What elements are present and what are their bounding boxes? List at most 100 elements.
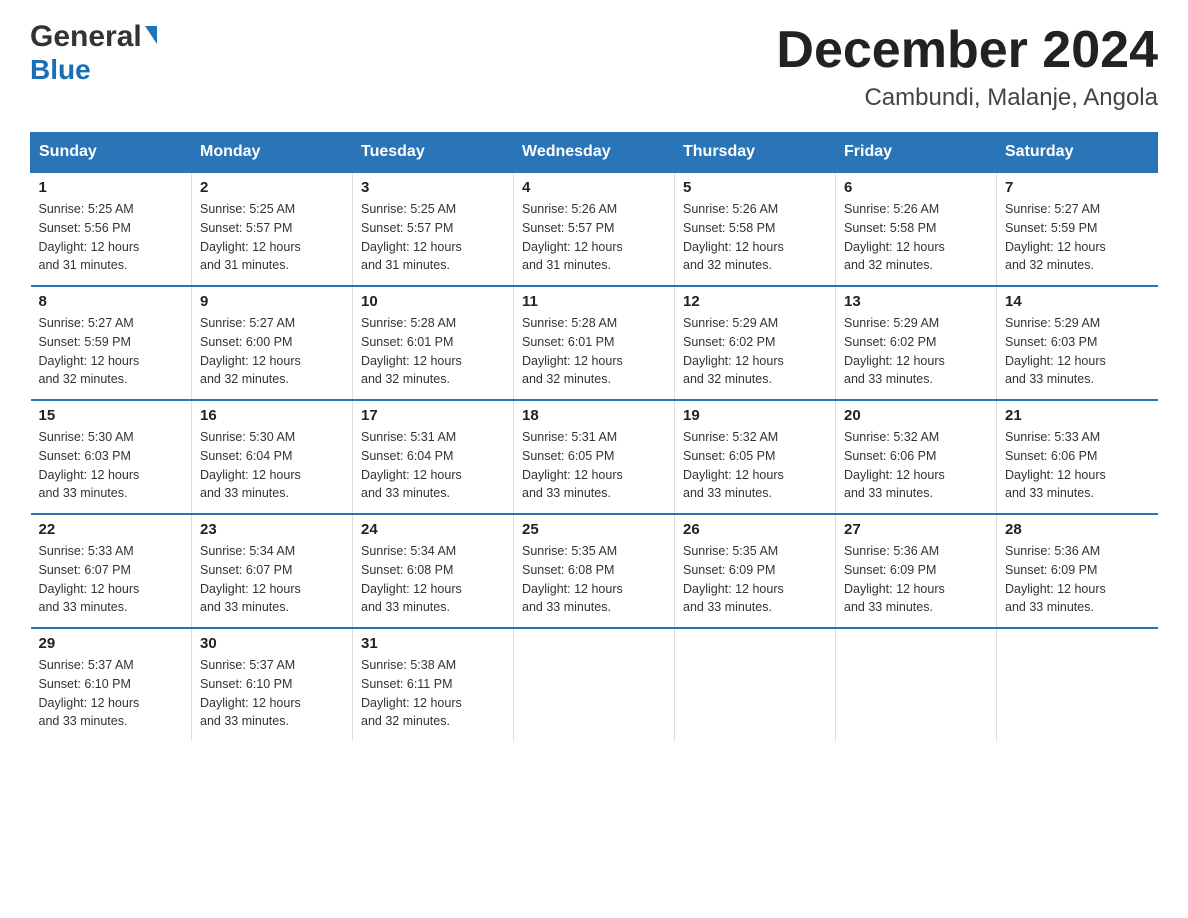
calendar-cell: 21Sunrise: 5:33 AMSunset: 6:06 PMDayligh…: [997, 400, 1158, 514]
day-info: Sunrise: 5:30 AMSunset: 6:04 PMDaylight:…: [200, 428, 344, 503]
day-info: Sunrise: 5:29 AMSunset: 6:02 PMDaylight:…: [844, 314, 988, 389]
day-info: Sunrise: 5:29 AMSunset: 6:03 PMDaylight:…: [1005, 314, 1150, 389]
day-info: Sunrise: 5:38 AMSunset: 6:11 PMDaylight:…: [361, 656, 505, 731]
day-info: Sunrise: 5:26 AMSunset: 5:58 PMDaylight:…: [683, 200, 827, 275]
day-number: 26: [683, 521, 827, 538]
calendar-cell: 27 Sunrise: 5:36 AMSunset: 6:09 PMDayligh…: [836, 514, 997, 628]
title-block: December 2024 Cambundi, Malanje, Angola: [776, 20, 1158, 112]
header-day-friday: Friday: [836, 133, 997, 173]
day-number: 28: [1005, 521, 1150, 538]
calendar-cell: 15Sunrise: 5:30 AMSunset: 6:03 PMDayligh…: [31, 400, 192, 514]
header-day-tuesday: Tuesday: [353, 133, 514, 173]
calendar-cell: 7 Sunrise: 5:27 AMSunset: 5:59 PMDaylight…: [997, 172, 1158, 286]
calendar-cell: 8Sunrise: 5:27 AMSunset: 5:59 PMDaylight…: [31, 286, 192, 400]
day-info: Sunrise: 5:25 AMSunset: 5:57 PMDaylight:…: [361, 200, 505, 275]
header-day-sunday: Sunday: [31, 133, 192, 173]
day-info: Sunrise: 5:37 AMSunset: 6:10 PMDaylight:…: [39, 656, 184, 731]
day-number: 20: [844, 407, 988, 424]
day-number: 11: [522, 293, 666, 310]
day-number: 29: [39, 635, 184, 652]
day-info: Sunrise: 5:26 AMSunset: 5:58 PMDaylight:…: [844, 200, 988, 275]
day-info: Sunrise: 5:27 AMSunset: 6:00 PMDaylight:…: [200, 314, 344, 389]
calendar-cell: 1 Sunrise: 5:25 AMSunset: 5:56 PMDaylight…: [31, 172, 192, 286]
day-number: 12: [683, 293, 827, 310]
day-number: 16: [200, 407, 344, 424]
calendar-cell: 23 Sunrise: 5:34 AMSunset: 6:07 PMDayligh…: [192, 514, 353, 628]
calendar-week-3: 15Sunrise: 5:30 AMSunset: 6:03 PMDayligh…: [31, 400, 1158, 514]
day-info: Sunrise: 5:32 AMSunset: 6:05 PMDaylight:…: [683, 428, 827, 503]
calendar-cell: 3 Sunrise: 5:25 AMSunset: 5:57 PMDaylight…: [353, 172, 514, 286]
header-day-saturday: Saturday: [997, 133, 1158, 173]
calendar-cell: [836, 628, 997, 741]
day-info: Sunrise: 5:37 AMSunset: 6:10 PMDaylight:…: [200, 656, 344, 731]
header-day-thursday: Thursday: [675, 133, 836, 173]
calendar-cell: 5 Sunrise: 5:26 AMSunset: 5:58 PMDaylight…: [675, 172, 836, 286]
day-info: Sunrise: 5:34 AMSunset: 6:07 PMDaylight:…: [200, 542, 344, 617]
calendar-cell: 11 Sunrise: 5:28 AMSunset: 6:01 PMDayligh…: [514, 286, 675, 400]
day-number: 21: [1005, 407, 1150, 424]
day-info: Sunrise: 5:36 AMSunset: 6:09 PMDaylight:…: [844, 542, 988, 617]
header-day-monday: Monday: [192, 133, 353, 173]
calendar-title: December 2024: [776, 20, 1158, 80]
day-number: 10: [361, 293, 505, 310]
day-info: Sunrise: 5:34 AMSunset: 6:08 PMDaylight:…: [361, 542, 505, 617]
header-day-wednesday: Wednesday: [514, 133, 675, 173]
day-number: 27: [844, 521, 988, 538]
day-number: 14: [1005, 293, 1150, 310]
day-number: 1: [39, 179, 184, 196]
calendar-cell: 29 Sunrise: 5:37 AMSunset: 6:10 PMDayligh…: [31, 628, 192, 741]
day-info: Sunrise: 5:33 AMSunset: 6:07 PMDaylight:…: [39, 542, 184, 617]
day-number: 23: [200, 521, 344, 538]
calendar-cell: 14 Sunrise: 5:29 AMSunset: 6:03 PMDayligh…: [997, 286, 1158, 400]
day-info: Sunrise: 5:28 AMSunset: 6:01 PMDaylight:…: [522, 314, 666, 389]
day-number: 7: [1005, 179, 1150, 196]
day-number: 18: [522, 407, 666, 424]
calendar-header-row: SundayMondayTuesdayWednesdayThursdayFrid…: [31, 133, 1158, 173]
calendar-cell: [514, 628, 675, 741]
logo-blue-text: Blue: [30, 56, 91, 84]
day-info: Sunrise: 5:28 AMSunset: 6:01 PMDaylight:…: [361, 314, 505, 389]
calendar-cell: 2Sunrise: 5:25 AMSunset: 5:57 PMDaylight…: [192, 172, 353, 286]
calendar-cell: 4Sunrise: 5:26 AMSunset: 5:57 PMDaylight…: [514, 172, 675, 286]
day-number: 6: [844, 179, 988, 196]
day-number: 17: [361, 407, 505, 424]
calendar-week-1: 1 Sunrise: 5:25 AMSunset: 5:56 PMDaylight…: [31, 172, 1158, 286]
calendar-cell: [675, 628, 836, 741]
calendar-cell: 24 Sunrise: 5:34 AMSunset: 6:08 PMDayligh…: [353, 514, 514, 628]
calendar-subtitle: Cambundi, Malanje, Angola: [776, 84, 1158, 112]
calendar-cell: 30 Sunrise: 5:37 AMSunset: 6:10 PMDayligh…: [192, 628, 353, 741]
calendar-cell: 28 Sunrise: 5:36 AMSunset: 6:09 PMDayligh…: [997, 514, 1158, 628]
logo: General Blue: [30, 20, 157, 84]
calendar-cell: 12 Sunrise: 5:29 AMSunset: 6:02 PMDayligh…: [675, 286, 836, 400]
calendar-cell: 25Sunrise: 5:35 AMSunset: 6:08 PMDayligh…: [514, 514, 675, 628]
day-number: 24: [361, 521, 505, 538]
day-info: Sunrise: 5:30 AMSunset: 6:03 PMDaylight:…: [39, 428, 184, 503]
logo-general-text: General: [30, 20, 142, 54]
calendar-cell: 10 Sunrise: 5:28 AMSunset: 6:01 PMDayligh…: [353, 286, 514, 400]
day-number: 13: [844, 293, 988, 310]
calendar-cell: 22 Sunrise: 5:33 AMSunset: 6:07 PMDayligh…: [31, 514, 192, 628]
day-number: 2: [200, 179, 344, 196]
day-number: 3: [361, 179, 505, 196]
day-number: 4: [522, 179, 666, 196]
day-number: 5: [683, 179, 827, 196]
calendar-cell: 26 Sunrise: 5:35 AMSunset: 6:09 PMDayligh…: [675, 514, 836, 628]
calendar-cell: 16 Sunrise: 5:30 AMSunset: 6:04 PMDayligh…: [192, 400, 353, 514]
day-info: Sunrise: 5:29 AMSunset: 6:02 PMDaylight:…: [683, 314, 827, 389]
day-info: Sunrise: 5:36 AMSunset: 6:09 PMDaylight:…: [1005, 542, 1150, 617]
calendar-week-4: 22 Sunrise: 5:33 AMSunset: 6:07 PMDayligh…: [31, 514, 1158, 628]
day-number: 30: [200, 635, 344, 652]
day-number: 22: [39, 521, 184, 538]
day-number: 25: [522, 521, 666, 538]
calendar-week-2: 8Sunrise: 5:27 AMSunset: 5:59 PMDaylight…: [31, 286, 1158, 400]
calendar-cell: 20Sunrise: 5:32 AMSunset: 6:06 PMDayligh…: [836, 400, 997, 514]
day-info: Sunrise: 5:25 AMSunset: 5:56 PMDaylight:…: [39, 200, 184, 275]
day-info: Sunrise: 5:35 AMSunset: 6:09 PMDaylight:…: [683, 542, 827, 617]
calendar-cell: 19Sunrise: 5:32 AMSunset: 6:05 PMDayligh…: [675, 400, 836, 514]
day-number: 31: [361, 635, 505, 652]
day-info: Sunrise: 5:27 AMSunset: 5:59 PMDaylight:…: [1005, 200, 1150, 275]
day-info: Sunrise: 5:31 AMSunset: 6:05 PMDaylight:…: [522, 428, 666, 503]
day-number: 9: [200, 293, 344, 310]
calendar-cell: 31 Sunrise: 5:38 AMSunset: 6:11 PMDayligh…: [353, 628, 514, 741]
calendar-cell: 6 Sunrise: 5:26 AMSunset: 5:58 PMDaylight…: [836, 172, 997, 286]
